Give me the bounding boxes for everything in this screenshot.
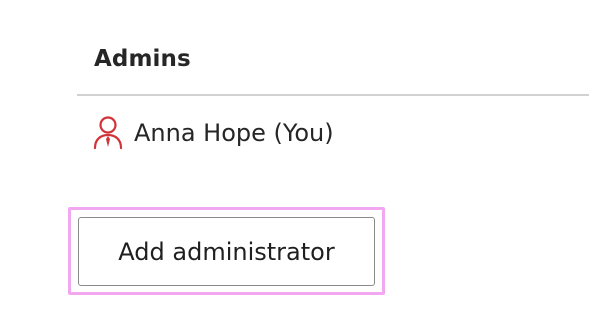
admin-name: Anna Hope (You) <box>134 119 334 147</box>
admins-panel: Admins Anna Hope (You) Add administrator <box>0 0 600 310</box>
admins-divider <box>77 94 589 96</box>
admins-section-header: Admins <box>94 46 191 72</box>
admin-user-icon <box>92 115 124 151</box>
admin-list-item: Anna Hope (You) <box>92 114 334 152</box>
add-administrator-button[interactable]: Add administrator <box>78 217 375 286</box>
